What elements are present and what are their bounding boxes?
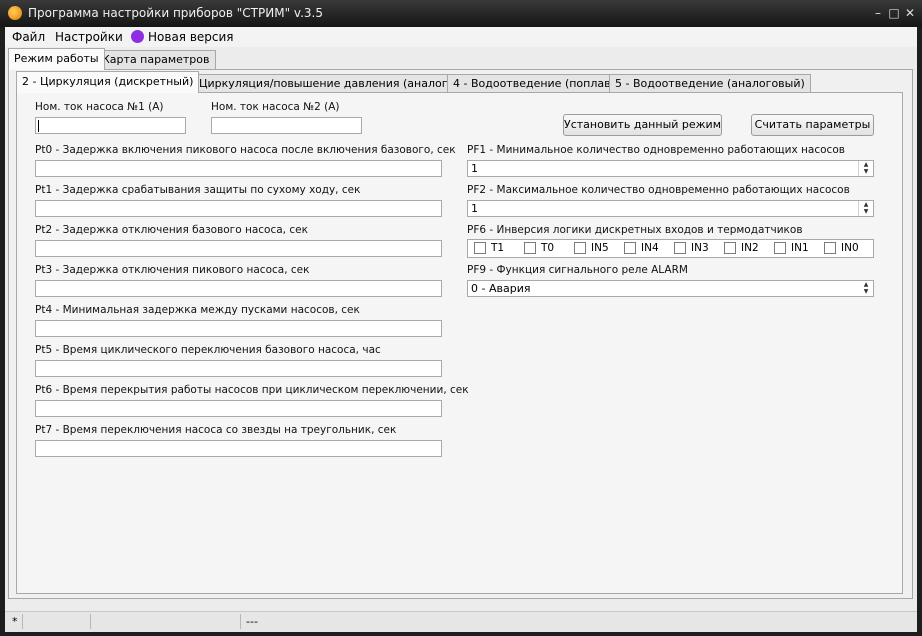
- tab-mode-3[interactable]: 3 - Циркуляция/повышение давления (анало…: [175, 74, 487, 93]
- checkbox-box-icon: [574, 242, 586, 254]
- checkbox-box-icon: [824, 242, 836, 254]
- checkbox-label: IN1: [791, 242, 809, 254]
- minimize-button[interactable]: –: [870, 5, 886, 21]
- mode-2-panel: Ном. ток насоса №1 (А) Ном. ток насоса №…: [16, 92, 903, 594]
- set-mode-button[interactable]: Установить данный режим: [563, 114, 722, 136]
- pf6-label: PF6 - Инверсия логики дискретных входов …: [467, 224, 803, 236]
- pf2-label: PF2 - Максимальное количество одновремен…: [467, 184, 850, 196]
- window-title: Программа настройки приборов "СТРИМ" v.3…: [28, 6, 323, 20]
- pt1-label: Pt1 - Задержка срабатывания защиты по су…: [35, 184, 361, 196]
- menu-new-version[interactable]: Новая версия: [148, 30, 234, 44]
- menu-settings[interactable]: Настройки: [55, 30, 123, 44]
- status-cell-2: [23, 614, 91, 629]
- tab-mode-4[interactable]: 4 - Водоотведение (поплавки): [447, 74, 635, 93]
- pf2-spinner[interactable]: 1 ▲ ▼: [467, 200, 874, 217]
- pump1-current-label: Ном. ток насоса №1 (А): [35, 101, 164, 113]
- pt4-label: Pt4 - Минимальная задержка между пусками…: [35, 304, 360, 316]
- pt0-input[interactable]: [35, 160, 442, 177]
- pf2-value: 1: [471, 202, 478, 215]
- checkbox-box-icon: [624, 242, 636, 254]
- pt3-label: Pt3 - Задержка отключения пикового насос…: [35, 264, 310, 276]
- checkbox-box-icon: [674, 242, 686, 254]
- status-cell-modified: *: [9, 614, 23, 629]
- pt5-label: Pt5 - Время циклического переключения ба…: [35, 344, 381, 356]
- pump2-current-input[interactable]: [211, 117, 362, 134]
- pf9-label: PF9 - Функция сигнального реле ALARM: [467, 264, 688, 276]
- pt5-input[interactable]: [35, 360, 442, 377]
- spin-arrows-icon[interactable]: ▲ ▼: [858, 201, 873, 216]
- checkbox-box-icon: [474, 242, 486, 254]
- client-area: Файл Настройки Новая версия Режим работы…: [5, 27, 917, 632]
- text-caret: [38, 120, 39, 132]
- tab-mode-5[interactable]: 5 - Водоотведение (аналоговый): [609, 74, 811, 93]
- pt7-input[interactable]: [35, 440, 442, 457]
- status-cell-message: ---: [246, 615, 258, 628]
- checkbox-label: IN2: [741, 242, 759, 254]
- pt4-input[interactable]: [35, 320, 442, 337]
- checkbox-label: T0: [541, 242, 555, 254]
- app-logo-icon: [8, 6, 22, 20]
- pump2-current-label: Ном. ток насоса №2 (А): [211, 101, 340, 113]
- menu-file[interactable]: Файл: [12, 30, 45, 44]
- dropdown-arrows-icon[interactable]: ▲ ▼: [859, 281, 873, 296]
- pt7-label: Pt7 - Время переключения насоса со звезд…: [35, 424, 397, 436]
- checkbox-label: IN3: [691, 242, 709, 254]
- checkbox-box-icon: [774, 242, 786, 254]
- maximize-button[interactable]: □: [886, 5, 902, 21]
- menu-bar: Файл Настройки Новая версия: [5, 27, 917, 47]
- pt3-input[interactable]: [35, 280, 442, 297]
- pf1-value: 1: [471, 162, 478, 175]
- app-window: Программа настройки приборов "СТРИМ" v.3…: [0, 0, 922, 636]
- pt2-input[interactable]: [35, 240, 442, 257]
- pt6-input[interactable]: [35, 400, 442, 417]
- pf6-checkbox-group: T1 T0 IN5 IN4 IN3 IN2 IN1 IN0: [467, 239, 874, 258]
- outer-tab-strip: Режим работы Карта параметров: [5, 47, 917, 70]
- pt2-label: Pt2 - Задержка отключения базового насос…: [35, 224, 308, 236]
- checkbox-label: IN4: [641, 242, 659, 254]
- checkbox-box-icon: [524, 242, 536, 254]
- pt6-label: Pt6 - Время перекрытия работы насосов пр…: [35, 384, 469, 396]
- checkbox-label: IN0: [841, 242, 859, 254]
- pf1-spinner[interactable]: 1 ▲ ▼: [467, 160, 874, 177]
- close-button[interactable]: ✕: [902, 5, 918, 21]
- checkbox-label: IN5: [591, 242, 609, 254]
- pump1-current-input[interactable]: [35, 117, 186, 134]
- checkbox-label: T1: [491, 242, 505, 254]
- tab-mode-2[interactable]: 2 - Циркуляция (дискретный): [16, 71, 200, 93]
- checkbox-box-icon: [724, 242, 736, 254]
- operation-mode-panel: 2 - Циркуляция (дискретный) 3 - Циркуляц…: [8, 69, 913, 599]
- title-bar[interactable]: Программа настройки приборов "СТРИМ" v.3…: [0, 0, 922, 27]
- pf9-dropdown[interactable]: 0 - Авария ▲ ▼: [467, 280, 874, 297]
- pt1-input[interactable]: [35, 200, 442, 217]
- pf1-label: PF1 - Минимальное количество одновременн…: [467, 144, 845, 156]
- read-params-button[interactable]: Считать параметры: [751, 114, 874, 136]
- tab-parameter-map[interactable]: Карта параметров: [96, 50, 216, 69]
- tab-operation-mode[interactable]: Режим работы: [8, 48, 105, 70]
- status-cell-3: [91, 614, 241, 629]
- spin-arrows-icon[interactable]: ▲ ▼: [858, 161, 873, 176]
- pt0-label: Pt0 - Задержка включения пикового насоса…: [35, 144, 456, 156]
- new-badge-icon: [131, 30, 144, 43]
- status-bar: * ---: [5, 611, 917, 632]
- pf9-value: 0 - Авария: [471, 282, 531, 295]
